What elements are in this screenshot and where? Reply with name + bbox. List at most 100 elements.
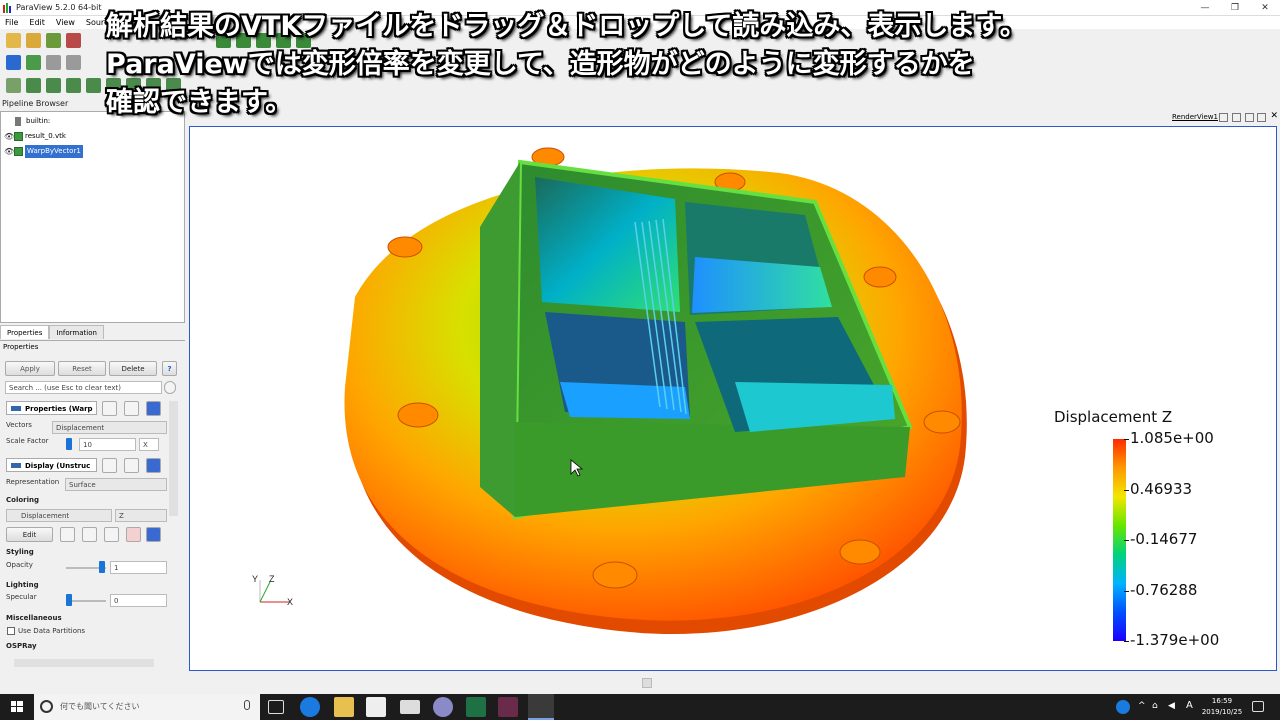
tab-properties[interactable]: Properties <box>0 325 50 339</box>
help-tray-icon[interactable] <box>1116 700 1130 714</box>
pipeline-item-builtin[interactable]: builtin: <box>15 115 50 128</box>
volume-icon[interactable]: ◀ <box>1168 701 1175 711</box>
representation-select[interactable]: Surface <box>65 478 167 491</box>
gear-icon[interactable] <box>164 381 176 394</box>
minimize-button[interactable]: — <box>1190 0 1220 16</box>
pipeline-item-warp[interactable]: 👁 WarpByVector1 <box>1 145 83 158</box>
windows-taskbar: 何でも聞いてください ^ ⌂ ◀ A 16:59 2019/10/25 <box>0 694 1280 720</box>
contour-icon[interactable] <box>26 77 41 93</box>
reset-camera-icon[interactable] <box>46 54 61 70</box>
specular-slider[interactable] <box>66 594 72 606</box>
reset-button[interactable]: Reset <box>58 361 106 376</box>
cortana-icon <box>40 700 53 713</box>
folder-icon[interactable] <box>26 32 41 48</box>
eye-icon[interactable]: 👁 <box>4 130 14 143</box>
filter-icon <box>14 147 23 156</box>
copy-icon[interactable] <box>102 401 117 416</box>
menu-edit[interactable]: Edit <box>29 16 45 29</box>
rescale-custom-icon[interactable] <box>82 527 97 542</box>
refresh-icon[interactable] <box>146 458 161 473</box>
apply-button[interactable]: Apply <box>5 361 55 376</box>
paste-icon[interactable] <box>124 458 139 473</box>
scale-factor-slider[interactable] <box>66 438 72 450</box>
section-properties[interactable]: Properties (Warp <box>6 401 97 415</box>
specular-input[interactable]: 0 <box>110 594 167 607</box>
edge-icon[interactable] <box>300 697 320 717</box>
taskbar-search-text: 何でも聞いてください <box>60 702 140 711</box>
menu-view[interactable]: View <box>56 16 75 29</box>
pipeline-item-result[interactable]: 👁 result_0.vtk <box>1 130 66 143</box>
axis-icon[interactable] <box>66 54 81 70</box>
render-view[interactable]: X Y Z Displacement Z 1.085e+00 0.46933 -0.… <box>189 126 1277 671</box>
clock-date[interactable]: 2019/10/25 <box>1200 708 1244 716</box>
clock-time[interactable]: 16:59 <box>1200 697 1244 705</box>
paraview-taskbar-icon[interactable] <box>528 694 554 720</box>
close-button[interactable]: ✕ <box>1250 0 1280 16</box>
coloring-array-select[interactable]: Displacement <box>6 509 112 522</box>
splitter-handle[interactable] <box>642 678 652 688</box>
excel-icon[interactable] <box>466 697 486 717</box>
help-button[interactable]: ? <box>162 361 177 376</box>
file-explorer-icon[interactable] <box>334 697 354 717</box>
use-data-partitions-checkbox[interactable] <box>7 627 15 635</box>
slice-icon[interactable] <box>66 77 81 93</box>
panel-tabs: Properties Information <box>0 325 185 339</box>
horizontal-scrollbar[interactable] <box>14 659 154 667</box>
colorbar-tick-label: -1.379e+00 <box>1130 631 1220 649</box>
microphone-icon[interactable] <box>244 700 250 710</box>
taskbar-search-box[interactable]: 何でも聞いてください <box>34 694 260 720</box>
delete-button[interactable]: Delete <box>109 361 157 376</box>
app2-icon[interactable] <box>498 697 518 717</box>
notification-icon[interactable] <box>1252 701 1264 712</box>
threshold-icon[interactable] <box>86 77 101 93</box>
colorbar-tick-label: 0.46933 <box>1130 479 1193 498</box>
rescale-range-icon[interactable] <box>60 527 75 542</box>
colorbar-toggle-icon[interactable] <box>146 527 161 542</box>
lighting-heading: Lighting <box>6 581 39 589</box>
colorbar-tick-label: -0.14677 <box>1130 530 1198 548</box>
split-vertical-icon[interactable] <box>1232 113 1241 122</box>
favorite-icon[interactable] <box>126 527 141 542</box>
color-map-icon[interactable] <box>6 54 21 70</box>
coloring-component-select[interactable]: Z <box>115 509 167 522</box>
windows-start-icon[interactable] <box>0 694 34 720</box>
disconnect-icon[interactable] <box>66 32 81 48</box>
restore-view-icon[interactable] <box>1257 113 1266 122</box>
scale-factor-unit[interactable]: X <box>139 438 159 451</box>
task-view-icon[interactable] <box>268 700 284 714</box>
mail-icon[interactable] <box>400 700 420 714</box>
vectors-label: Vectors <box>6 421 32 429</box>
refresh-icon[interactable] <box>146 401 161 416</box>
maximize-button[interactable]: ❐ <box>1220 0 1250 16</box>
opacity-input[interactable]: 1 <box>110 561 167 574</box>
pipeline-browser: builtin: 👁 result_0.vtk 👁 WarpByVector1 <box>0 111 185 323</box>
paste-icon[interactable] <box>124 401 139 416</box>
opacity-slider[interactable] <box>99 561 105 573</box>
rescale-visible-icon[interactable] <box>104 527 119 542</box>
connect-icon[interactable] <box>46 32 61 48</box>
edit-colormap-button[interactable]: Edit <box>6 527 53 542</box>
clip-icon[interactable] <box>46 77 61 93</box>
open-icon[interactable] <box>6 32 21 48</box>
ime-indicator[interactable]: A <box>1186 700 1193 711</box>
tray-chevron-icon[interactable]: ^ <box>1138 701 1146 711</box>
vectors-field[interactable]: Displacement <box>52 421 167 434</box>
eye-icon[interactable]: 👁 <box>4 145 14 158</box>
section-display[interactable]: Display (Unstruc <box>6 458 97 472</box>
close-view-icon[interactable]: ✕ <box>1270 111 1278 121</box>
store-icon[interactable] <box>366 697 386 717</box>
calculator-icon[interactable] <box>6 77 21 93</box>
split-horizontal-icon[interactable] <box>1219 113 1228 122</box>
network-icon[interactable]: ⌂ <box>1152 701 1158 711</box>
rescale-icon[interactable] <box>26 54 41 70</box>
maximize-view-icon[interactable] <box>1245 113 1254 122</box>
app-icon[interactable] <box>433 697 453 717</box>
copy-icon[interactable] <box>102 458 117 473</box>
scale-factor-input[interactable]: 10 <box>79 438 136 451</box>
caption-line-3: 確認できます。 <box>106 87 293 118</box>
tab-information[interactable]: Information <box>49 325 104 339</box>
search-input[interactable]: Search ... (use Esc to clear text) <box>5 381 162 394</box>
colorbar-tick-label: 1.085e+00 <box>1130 429 1214 447</box>
properties-scrollbar[interactable] <box>169 401 178 516</box>
menu-file[interactable]: File <box>5 16 18 29</box>
